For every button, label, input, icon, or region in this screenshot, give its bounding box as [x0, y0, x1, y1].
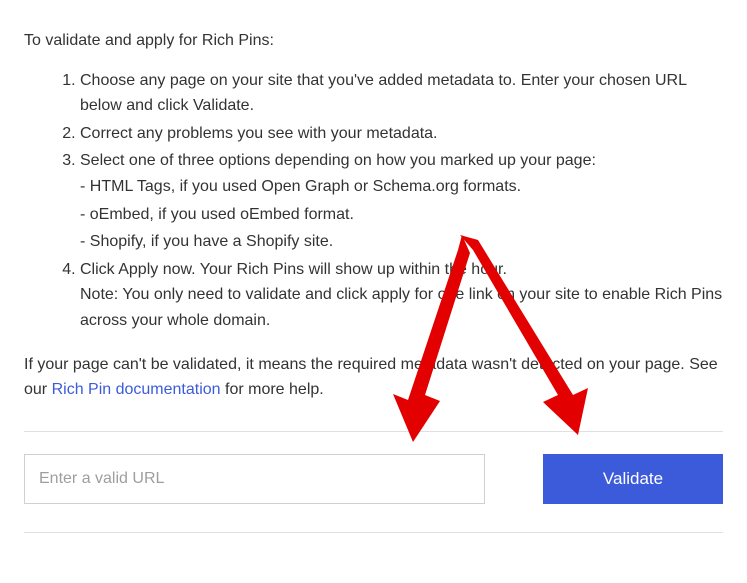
divider-bottom [24, 532, 723, 533]
footer-paragraph: If your page can't be validated, it mean… [24, 352, 723, 403]
intro-text: To validate and apply for Rich Pins: [24, 28, 723, 54]
step-3-options: HTML Tags, if you used Open Graph or Sch… [80, 174, 723, 255]
step-3-option-c: Shopify, if you have a Shopify site. [80, 229, 723, 255]
step-3-option-a: HTML Tags, if you used Open Graph or Sch… [80, 174, 723, 200]
step-4: Click Apply now. Your Rich Pins will sho… [80, 257, 723, 334]
step-2: Correct any problems you see with your m… [80, 121, 723, 147]
url-input[interactable] [24, 454, 485, 504]
step-3-text: Select one of three options depending on… [80, 152, 596, 169]
rich-pin-docs-link[interactable]: Rich Pin documentation [52, 381, 221, 398]
step-3-option-b: oEmbed, if you used oEmbed format. [80, 202, 723, 228]
validate-button[interactable]: Validate [543, 454, 723, 504]
instruction-list: Choose any page on your site that you've… [24, 68, 723, 334]
step-3: Select one of three options depending on… [80, 148, 723, 254]
footer-after-link: for more help. [221, 381, 324, 398]
validate-form-row: Validate [24, 454, 723, 504]
step-4-text: Click Apply now. Your Rich Pins will sho… [80, 261, 507, 278]
divider-top [24, 431, 723, 432]
step-4-note: Note: You only need to validate and clic… [80, 282, 723, 333]
step-1: Choose any page on your site that you've… [80, 68, 723, 119]
